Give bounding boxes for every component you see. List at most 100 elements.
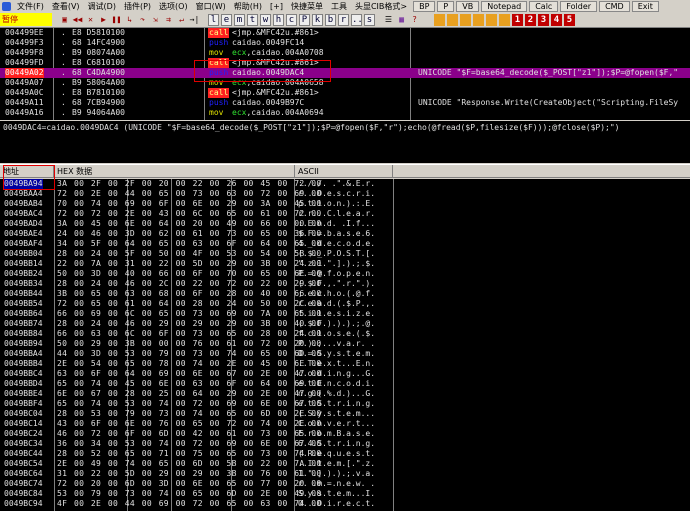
window-shortcut-button[interactable]: k [312,13,323,26]
menu-item[interactable]: 文件(F) [13,1,48,12]
dump-row[interactable]: 0049BA94 3A 00 2F 00 2F 00 20 00 22 00 26… [0,179,690,189]
list-icon[interactable]: ☰ [383,14,394,26]
dump-row[interactable]: 0049BAA4 72 00 2E 00 44 00 65 00 73 00 63… [0,189,690,199]
menu-item[interactable]: [+] [266,2,287,11]
dump-row[interactable]: 0049BBB4 2E 00 54 00 65 00 78 00 74 00 2E… [0,359,690,369]
column-header-address[interactable]: 地址 [0,165,54,178]
menu-item[interactable]: 头显CIB格式> [351,1,411,12]
dump-row[interactable]: 0049BB14 22 00 7A 00 31 00 22 00 5D 00 29… [0,259,690,269]
disasm-row[interactable]: 004499F8. B9 08074A00 mov ecx,caidao.004A07… [0,48,690,58]
disasm-row[interactable]: 004499EE. E8 D5810100 call <jmp.&MFC42u.#86… [0,28,690,38]
window-shortcut-button[interactable]: l [208,13,219,26]
plugin-icon[interactable] [499,13,510,26]
window-shortcut-button[interactable]: t [247,13,258,26]
window-shortcut-button[interactable]: h [273,13,284,26]
goto-icon[interactable]: →| [189,14,200,26]
settings-icon[interactable]: ▦ [396,14,407,26]
toolbar-ext-button[interactable]: CMD [599,0,630,12]
dump-row[interactable]: 0049BB64 66 00 69 00 6C 00 65 00 73 00 69… [0,309,690,319]
number-button[interactable]: 2 [525,13,536,26]
disasm-row[interactable]: 00449A16. B9 94064A00 mov ecx,caidao.004A06… [0,108,690,118]
window-shortcut-button[interactable]: w [260,13,271,26]
dump-row[interactable]: 0049BC84 53 00 79 00 73 00 74 00 65 00 6D… [0,489,690,499]
menu-item[interactable]: 工具 [327,1,351,12]
menu-item[interactable]: 快捷菜单 [287,1,327,12]
window-shortcut-button[interactable]: m [234,13,245,26]
number-button[interactable]: 3 [538,13,549,26]
dump-row[interactable]: 0049BC74 72 00 20 00 6D 00 3D 00 6E 00 65… [0,479,690,489]
plugin-icon[interactable] [447,13,458,26]
toolbar-ext-button[interactable]: BP [413,0,436,12]
toolbar-ext-button[interactable]: Folder [560,0,598,12]
number-button[interactable]: 4 [551,13,562,26]
window-shortcut-button[interactable]: b [325,13,336,26]
dump-row[interactable]: 0049BC64 31 00 22 00 5D 00 29 00 29 00 3B… [0,469,690,479]
dump-row[interactable]: 0049BC24 46 00 72 00 6F 00 6D 00 42 00 61… [0,429,690,439]
number-button[interactable]: 1 [512,13,523,26]
close-icon[interactable]: ✕ [85,14,96,26]
dump-row[interactable]: 0049BBA4 44 00 3D 00 53 00 79 00 73 00 74… [0,349,690,359]
window-shortcut-button[interactable]: P [299,13,310,26]
menu-item[interactable]: 窗口(W) [192,1,230,12]
menu-item[interactable]: 选项(O) [155,1,192,12]
dump-row[interactable]: 0049BB94 50 00 29 00 3B 00 00 00 76 00 61… [0,339,690,349]
plugin-icon[interactable] [473,13,484,26]
trace-into-icon[interactable]: ⇲ [150,14,161,26]
dump-row[interactable]: 0049BAF4 34 00 5F 00 64 00 65 00 63 00 6F… [0,239,690,249]
window-shortcut-button[interactable]: ... [351,13,368,26]
dump-row[interactable]: 0049BB54 72 00 65 00 61 00 64 00 28 00 24… [0,299,690,309]
restart-icon[interactable]: ◀◀ [72,14,83,26]
toolbar-ext-button[interactable]: P [437,0,455,12]
disasm-row[interactable] [0,118,690,120]
step-over-icon[interactable]: ↷ [137,14,148,26]
dump-row[interactable]: 0049BC54 2E 00 49 00 74 00 65 00 6D 00 5B… [0,459,690,469]
dump-row[interactable]: 0049BB84 66 00 63 00 6C 00 6F 00 73 00 65… [0,329,690,339]
toolbar-ext-button[interactable]: Notepad [481,0,528,12]
window-shortcut-button[interactable]: e [221,13,232,26]
menu-item[interactable]: 帮助(H) [230,1,266,12]
disasm-row[interactable]: 00449A07. B9 58064A00 mov ecx,caidao.004A06… [0,78,690,88]
dump-row[interactable]: 0049BC44 28 00 52 00 65 00 71 00 75 00 65… [0,449,690,459]
help-icon[interactable]: ? [409,14,420,26]
dump-row[interactable]: 0049BC14 43 00 6F 00 6E 00 76 00 65 00 72… [0,419,690,429]
hex-dump-pane[interactable]: 0049BA94 3A 00 2F 00 2F 00 20 00 22 00 26… [0,179,690,511]
menu-item[interactable]: 插件(P) [120,1,155,12]
plugin-icon[interactable] [486,13,497,26]
toolbar-ext-button[interactable]: VB [456,0,480,12]
window-shortcut-button[interactable]: c [286,13,297,26]
dump-row[interactable]: 0049BB24 50 00 3D 00 40 00 66 00 6F 00 70… [0,269,690,279]
pause-icon[interactable]: ❚❚ [111,14,122,26]
menu-item[interactable]: 调试(D) [84,1,120,12]
dump-row[interactable]: 0049BC94 4F 00 2E 00 44 00 69 00 72 00 65… [0,499,690,509]
open-icon[interactable]: ▣ [59,14,70,26]
dump-row[interactable]: 0049BB34 28 00 24 00 46 00 2C 00 22 00 72… [0,279,690,289]
dump-row[interactable]: 0049BAD4 3A 00 45 00 6E 00 64 00 20 00 49… [0,219,690,229]
step-into-icon[interactable]: ↳ [124,14,135,26]
disasm-row[interactable]: 004499F3. 68 14FC4900 push caidao.0049FC14 [0,38,690,48]
column-header-hex[interactable]: HEX 数据 [54,165,295,178]
dump-row[interactable]: 0049BAC4 72 00 72 00 2E 00 43 00 6C 00 65… [0,209,690,219]
dump-row[interactable]: 0049BB44 3B 00 65 00 63 00 68 00 6F 00 28… [0,289,690,299]
plugin-icon[interactable] [434,13,445,26]
disassembly-pane[interactable]: 004499EE. E8 D5810100 call <jmp.&MFC42u.#86… [0,28,690,120]
execute-till-return-icon[interactable]: ↵ [176,14,187,26]
dump-row[interactable]: 0049BC04 28 00 53 00 79 00 73 00 74 00 65… [0,409,690,419]
disasm-row[interactable]: 00449A0C. E8 B7810100 call <jmp.&MFC42u.#86… [0,88,690,98]
disasm-row[interactable]: 00449A02. 68 C4DA4900 push caidao.0049DAC4 U… [0,68,690,78]
disasm-row[interactable]: 00449A11. 68 7CB94900 push caidao.0049B97C U… [0,98,690,108]
dump-row[interactable]: 0049BB74 28 00 24 00 46 00 29 00 29 00 29… [0,319,690,329]
window-shortcut-button[interactable]: s [364,13,375,26]
dump-row[interactable]: 0049BBE4 6E 00 67 00 28 00 25 00 64 00 29… [0,389,690,399]
dump-row[interactable]: 0049BAE4 24 00 46 00 3D 00 62 00 61 00 73… [0,229,690,239]
dump-row[interactable]: 0049BBD4 65 00 74 00 45 00 6E 00 63 00 6F… [0,379,690,389]
trace-over-icon[interactable]: ⇉ [163,14,174,26]
toolbar-ext-button[interactable]: Exit [631,0,659,12]
dump-row[interactable]: 0049BBC4 63 00 6F 00 64 00 69 00 6E 00 67… [0,369,690,379]
plugin-icon[interactable] [460,13,471,26]
dump-row[interactable]: 0049BC34 36 00 34 00 53 00 74 00 72 00 69… [0,439,690,449]
dump-row[interactable]: 0049BBF4 65 00 74 00 53 00 74 00 72 00 69… [0,399,690,409]
dump-row[interactable]: 0049BB04 28 00 24 00 5F 00 50 00 4F 00 53… [0,249,690,259]
dump-row[interactable]: 0049BAB4 70 00 74 00 69 00 6F 00 6E 00 29… [0,199,690,209]
toolbar-ext-button[interactable]: Calc [529,0,559,12]
disasm-row[interactable]: 004499FD. E8 C6810100 call <jmp.&MFC42u.#86… [0,58,690,68]
